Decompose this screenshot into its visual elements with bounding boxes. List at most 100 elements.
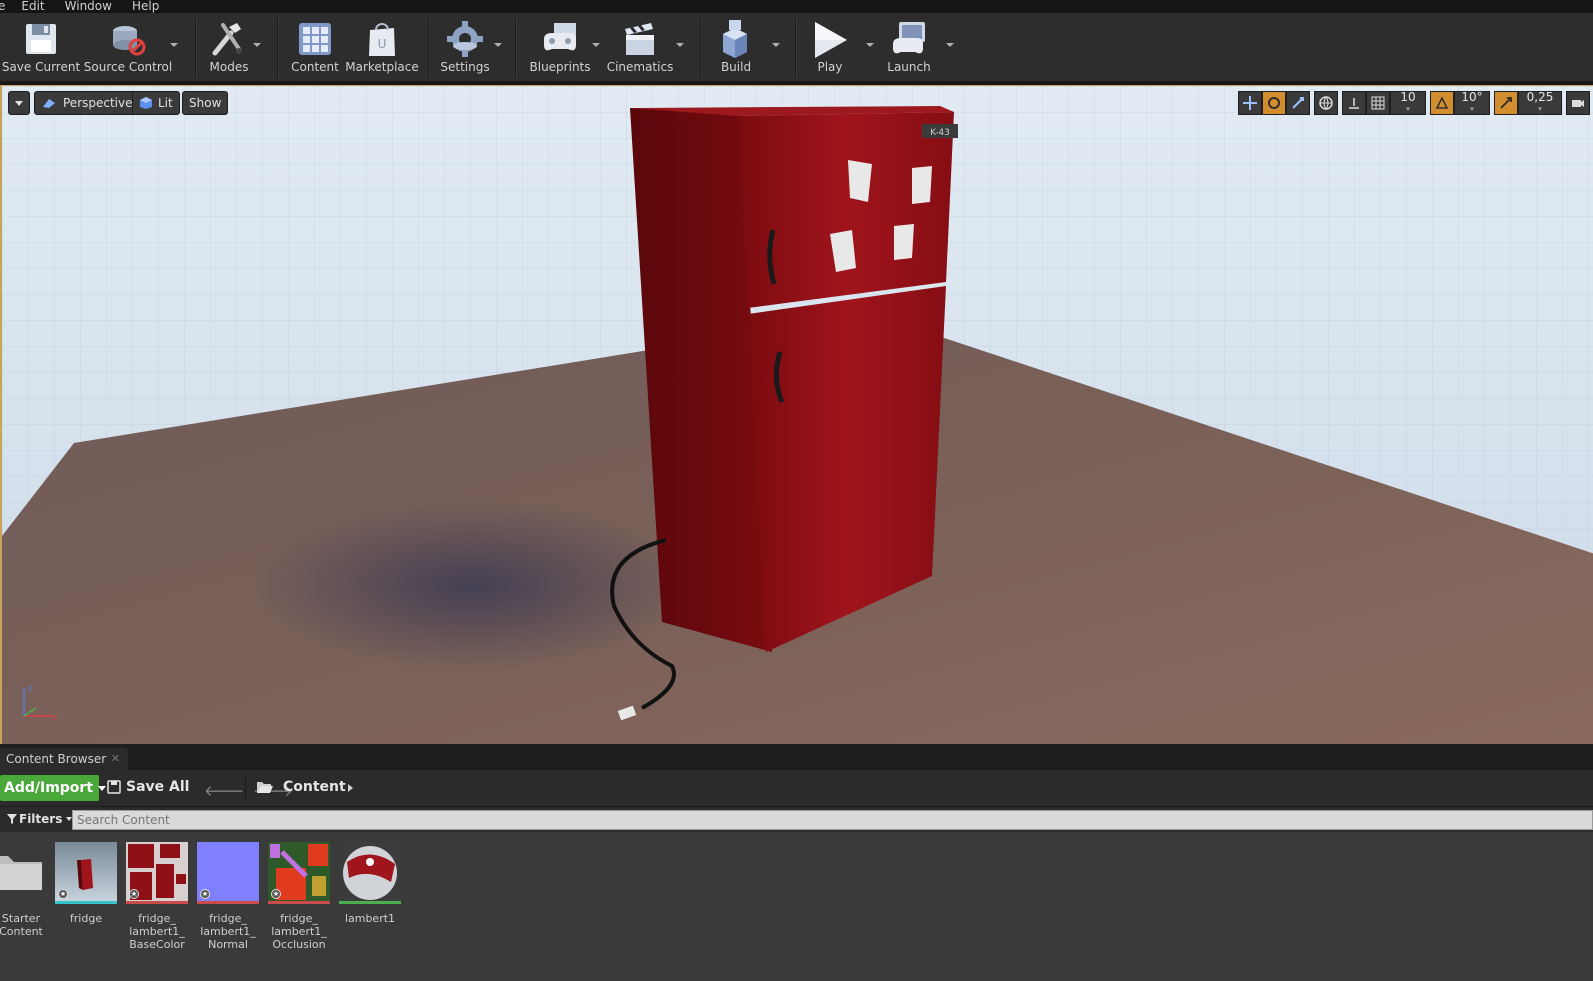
- world-local-toggle[interactable]: [1314, 91, 1338, 115]
- menu-bar: e Edit Window Help: [0, 0, 1593, 13]
- lit-cube-icon: [140, 97, 152, 109]
- texture-thumbnail: ★: [126, 842, 188, 904]
- content-browser-toolbar: Add/Import Save All 🡐 🡒 Content: [0, 770, 1593, 806]
- modes-button[interactable]: Modes: [206, 19, 252, 79]
- asset-fridge-lambert1-normal[interactable]: ★ fridge_ lambert1_ Normal: [197, 842, 259, 951]
- axis-gizmo-icon: x z: [23, 684, 58, 723]
- camera-speed-button[interactable]: [1566, 91, 1590, 115]
- grid-icon: [1371, 96, 1385, 110]
- show-button[interactable]: Show: [182, 91, 229, 115]
- add-import-button[interactable]: Add/Import: [0, 775, 107, 801]
- close-tab-icon[interactable]: ✕: [111, 752, 120, 765]
- build-blocks-icon: [716, 19, 756, 59]
- rotate-icon: [1268, 97, 1280, 109]
- surface-snap-icon: [1349, 98, 1359, 109]
- texture-thumbnail: ★: [268, 842, 330, 904]
- grid-snap-toggle[interactable]: [1366, 91, 1390, 115]
- tab-content-browser[interactable]: Content Browser ✕: [0, 748, 128, 770]
- scale-tool-button[interactable]: [1286, 91, 1310, 115]
- asset-grid: Starter Content ★ fridge ★ fridge_ lambe…: [0, 832, 1593, 981]
- favorite-star-icon: ★: [271, 889, 281, 899]
- breadcrumb-chevron-icon[interactable]: [348, 784, 353, 792]
- save-current-button[interactable]: Save Current: [2, 19, 80, 79]
- asset-starter-content[interactable]: Starter Content: [0, 842, 46, 938]
- rotation-snap-value[interactable]: 10° ▾: [1454, 91, 1490, 115]
- folder-icon: [0, 842, 46, 904]
- scale-snap-value[interactable]: 0,25 ▾: [1518, 91, 1562, 115]
- menu-item-file[interactable]: e: [0, 0, 5, 13]
- asset-fridge-lambert1-occlusion[interactable]: ★ fridge_ lambert1_ Occlusion: [268, 842, 330, 951]
- blueprints-button[interactable]: Blueprints: [530, 19, 591, 79]
- search-input[interactable]: [72, 810, 1593, 830]
- settings-button[interactable]: Settings: [440, 19, 490, 79]
- floppy-disk-icon: [21, 19, 61, 59]
- play-dropdown[interactable]: [866, 43, 874, 47]
- launch-button[interactable]: Launch: [884, 19, 934, 79]
- angle-icon: [1435, 96, 1449, 109]
- asset-lambert1[interactable]: lambert1: [339, 842, 401, 925]
- clapperboard-icon: [620, 19, 660, 59]
- settings-dropdown[interactable]: [494, 43, 502, 47]
- content-grid-icon: [295, 19, 335, 59]
- fridge-label-plate: K-43: [930, 128, 950, 138]
- level-viewport[interactable]: K-43 Perspective Lit Show 10 ▾ 10° ▾ 0,25 ▾…: [0, 85, 1593, 744]
- marketplace-button[interactable]: U Marketplace: [345, 19, 419, 79]
- build-dropdown[interactable]: [772, 43, 780, 47]
- modes-dropdown[interactable]: [253, 43, 261, 47]
- gamepad-icon: [540, 19, 580, 59]
- save-all-button[interactable]: Save All: [107, 779, 189, 795]
- launch-dropdown[interactable]: [946, 43, 954, 47]
- breadcrumb[interactable]: Content: [256, 779, 346, 795]
- filters-button[interactable]: Filters: [7, 812, 73, 826]
- scale-snap-toggle[interactable]: [1494, 91, 1518, 115]
- menu-item-help[interactable]: Help: [132, 0, 159, 13]
- menu-item-window[interactable]: Window: [65, 0, 112, 13]
- content-button[interactable]: Content: [290, 19, 340, 79]
- viewport-options-dropdown[interactable]: [8, 91, 30, 115]
- source-control-dropdown[interactable]: [170, 43, 178, 47]
- favorite-star-icon: ★: [200, 889, 210, 899]
- grid-snap-value[interactable]: 10 ▾: [1390, 91, 1426, 115]
- globe-icon: [1319, 96, 1333, 110]
- asset-fridge[interactable]: ★ fridge: [55, 842, 117, 925]
- translate-tool-button[interactable]: [1238, 91, 1262, 115]
- play-button[interactable]: Play: [806, 19, 854, 79]
- favorite-star-icon: ★: [58, 889, 68, 899]
- svg-text:x: x: [52, 713, 58, 723]
- static-mesh-thumbnail: ★: [55, 842, 117, 904]
- back-arrow-icon[interactable]: 🡐: [204, 782, 244, 800]
- rotate-tool-button[interactable]: [1262, 91, 1286, 115]
- menu-item-edit[interactable]: Edit: [21, 0, 44, 13]
- lit-button[interactable]: Lit: [132, 91, 180, 115]
- move-arrows-icon: [1243, 96, 1257, 110]
- folder-open-icon: [257, 782, 273, 793]
- gear-icon: [445, 19, 485, 59]
- scale-snap-icon: [1500, 97, 1512, 109]
- cinematics-dropdown[interactable]: [676, 43, 684, 47]
- source-control-icon: [108, 19, 148, 59]
- build-button[interactable]: Build: [712, 19, 760, 79]
- asset-fridge-lambert1-basecolor[interactable]: ★ fridge_ lambert1_ BaseColor: [126, 842, 188, 951]
- scale-icon: [1292, 97, 1304, 109]
- filter-bar: Filters: [0, 806, 1593, 832]
- blueprints-dropdown[interactable]: [592, 43, 600, 47]
- surface-snap-button[interactable]: [1342, 91, 1366, 115]
- transform-toolbar: 10 ▾ 10° ▾ 0,25 ▾: [1238, 91, 1590, 115]
- launch-monitor-icon: [889, 19, 929, 59]
- perspective-button[interactable]: Perspective: [34, 91, 140, 115]
- source-control-button[interactable]: Source Control: [84, 19, 172, 79]
- play-icon: [810, 19, 850, 59]
- chevron-down-icon: [98, 785, 107, 791]
- favorite-star-icon: ★: [129, 889, 139, 899]
- svg-text:z: z: [28, 684, 33, 694]
- rotation-snap-toggle[interactable]: [1430, 91, 1454, 115]
- shopping-bag-icon: U: [362, 19, 402, 59]
- cinematics-button[interactable]: Cinematics: [607, 19, 673, 79]
- tools-icon: [209, 19, 249, 59]
- perspective-icon: [43, 99, 55, 108]
- floppy-disk-icon: [107, 780, 121, 794]
- texture-thumbnail: ★: [197, 842, 259, 904]
- camera-icon: [1572, 100, 1584, 107]
- material-thumbnail: [339, 842, 401, 904]
- content-browser-tabbar: Content Browser ✕: [0, 744, 1593, 770]
